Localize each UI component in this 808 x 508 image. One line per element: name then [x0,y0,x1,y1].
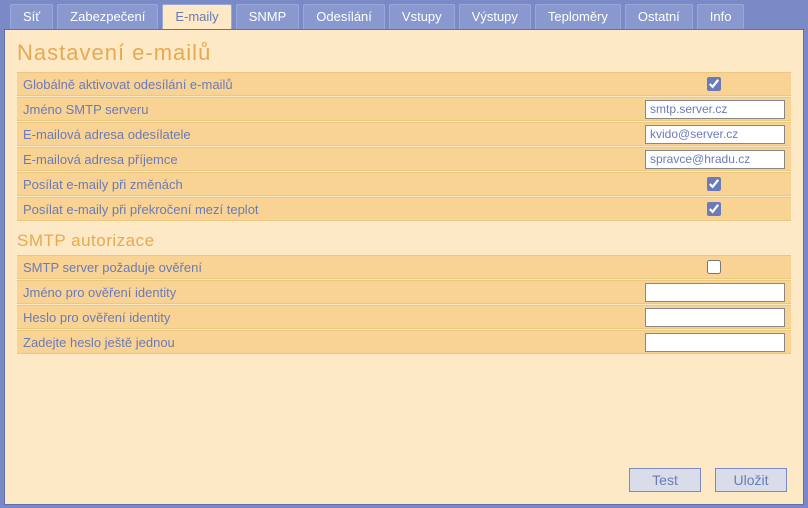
checkbox-auth-required[interactable] [707,260,721,274]
row-on-change: Posílat e-maily při změnách [17,172,791,196]
tab-snmp[interactable]: SNMP [236,4,300,29]
label-auth-required: SMTP server požaduje ověření [23,260,703,275]
input-auth-pass2[interactable] [645,333,785,352]
tab-bar: Síť Zabezpečení E-maily SNMP Odesílání V… [4,4,804,29]
label-global-enable: Globálně aktivovat odesílání e-mailů [23,77,703,92]
tab-odesilani[interactable]: Odesílání [303,4,385,29]
settings-panel: Nastavení e-mailů Globálně aktivovat ode… [4,29,804,505]
input-auth-pass[interactable] [645,308,785,327]
row-sender: E-mailová adresa odesílatele [17,122,791,146]
input-smtp-server[interactable] [645,100,785,119]
tab-teplomery[interactable]: Teploměry [535,4,621,29]
row-global-enable: Globálně aktivovat odesílání e-mailů [17,72,791,96]
row-recipient: E-mailová adresa příjemce [17,147,791,171]
tab-ostatni[interactable]: Ostatní [625,4,693,29]
row-auth-pass2: Zadejte heslo ještě jednou [17,330,791,354]
label-auth-user: Jméno pro ověření identity [23,285,645,300]
input-sender[interactable] [645,125,785,144]
label-auth-pass: Heslo pro ověření identity [23,310,645,325]
button-bar: Test Uložit [629,468,787,492]
row-auth-required: SMTP server požaduje ověření [17,255,791,279]
tab-vstupy[interactable]: Vstupy [389,4,455,29]
label-smtp-server: Jméno SMTP serveru [23,102,645,117]
tab-emaily[interactable]: E-maily [162,4,231,29]
row-auth-user: Jméno pro ověření identity [17,280,791,304]
tab-info[interactable]: Info [697,4,745,29]
input-recipient[interactable] [645,150,785,169]
label-sender: E-mailová adresa odesílatele [23,127,645,142]
tab-vystupy[interactable]: Výstupy [459,4,531,29]
checkbox-global-enable[interactable] [707,77,721,91]
input-auth-user[interactable] [645,283,785,302]
checkbox-on-limit[interactable] [707,202,721,216]
row-smtp-server: Jméno SMTP serveru [17,97,791,121]
label-recipient: E-mailová adresa příjemce [23,152,645,167]
label-auth-pass2: Zadejte heslo ještě jednou [23,335,645,350]
row-on-limit: Posílat e-maily při překročení mezí tepl… [17,197,791,221]
label-on-change: Posílat e-maily při změnách [23,177,703,192]
row-auth-pass: Heslo pro ověření identity [17,305,791,329]
section-auth-title: SMTP autorizace [17,231,791,251]
test-button[interactable]: Test [629,468,701,492]
label-on-limit: Posílat e-maily při překročení mezí tepl… [23,202,703,217]
tab-sit[interactable]: Síť [10,4,53,29]
tab-zabezpeceni[interactable]: Zabezpečení [57,4,158,29]
checkbox-on-change[interactable] [707,177,721,191]
save-button[interactable]: Uložit [715,468,787,492]
page-title: Nastavení e-mailů [17,40,791,66]
